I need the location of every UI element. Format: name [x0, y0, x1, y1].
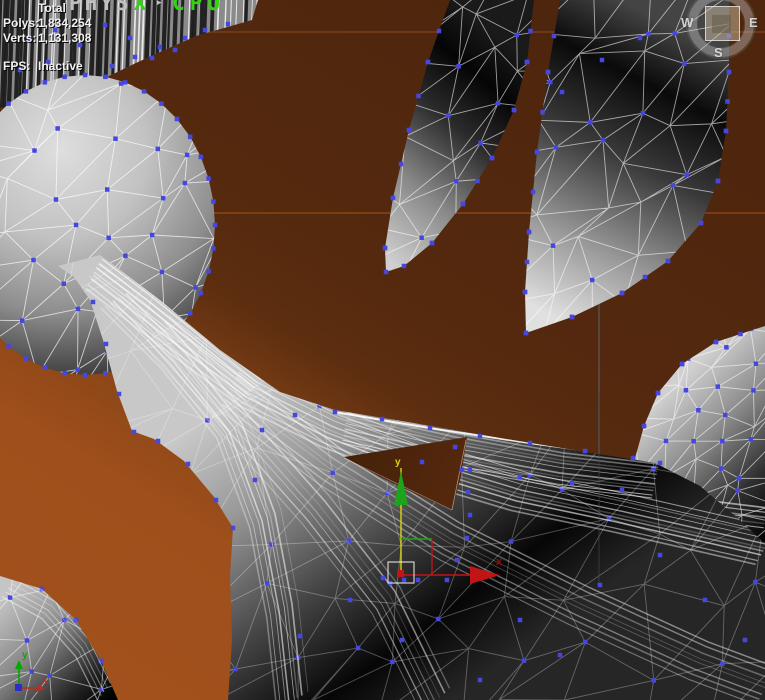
physx-logo: PHYS X ▸ CPU	[69, 0, 225, 14]
logo-text-x: X	[133, 0, 150, 15]
stats-polys-label: Polys:	[3, 16, 40, 30]
stats-fps-value: Inactive	[38, 59, 83, 73]
viewport-3d[interactable]: PHYS X ▸ CPU Total Polys:1,834,254 Verts…	[0, 0, 765, 700]
compass-west-label[interactable]: W	[681, 15, 693, 30]
compass-east-label[interactable]: E	[749, 15, 758, 30]
stats-polys-value: 1,834,254	[38, 16, 92, 30]
stats-verts-value: 1,131,308	[38, 31, 92, 45]
stats-total-value: Total	[38, 1, 66, 15]
logo-text-cpu: CPU	[172, 0, 225, 15]
scene-svg	[0, 0, 765, 700]
logo-arrow-icon: ▸	[155, 0, 167, 10]
stats-overlay: Total Polys:1,834,254 Verts: 1,131,308 FP…	[3, 1, 91, 74]
compass-south-label[interactable]: S	[714, 45, 723, 60]
viewcube-top-face[interactable]	[705, 6, 740, 41]
stats-row-verts: Verts: 1,131,308	[3, 31, 91, 46]
world-axis-y-label: y	[22, 650, 28, 661]
stats-row-polys: Polys:1,834,254	[3, 16, 91, 31]
gizmo-y-axis-label: y	[395, 457, 401, 468]
stats-row-fps: FPS: Inactive	[3, 59, 91, 74]
world-axis-x-label: x	[42, 675, 48, 686]
stats-verts-label: Verts:	[3, 31, 37, 45]
viewcube-face-shade	[712, 15, 731, 33]
gizmo-x-axis-label: x	[496, 556, 503, 568]
stats-fps-label: FPS:	[3, 59, 31, 73]
stats-row-total: Total	[3, 1, 91, 16]
transform-gizmo[interactable]	[385, 458, 510, 586]
